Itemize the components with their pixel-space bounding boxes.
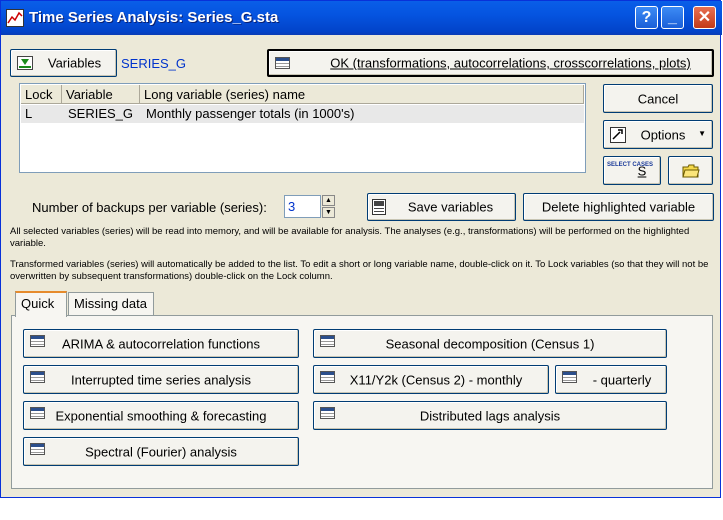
title-bar[interactable]: Time Series Analysis: Series_G.sta ? _ ✕ bbox=[1, 1, 722, 35]
backups-label: Number of backups per variable (series): bbox=[32, 200, 267, 215]
dropdown-arrow-icon: ▼ bbox=[698, 129, 706, 138]
help-button[interactable]: ? bbox=[635, 6, 658, 29]
save-variables-label: Save variables bbox=[407, 199, 494, 215]
info-text-1: All selected variables (series) will be … bbox=[10, 226, 690, 249]
exponential-label: Exponential smoothing & forecasting bbox=[55, 408, 267, 423]
delete-variable-label: Delete highlighted variable bbox=[541, 199, 696, 215]
selected-variable: SERIES_G bbox=[121, 56, 187, 71]
interrupted-button[interactable]: Interrupted time series analysis bbox=[23, 365, 299, 394]
backups-input[interactable]: 3 bbox=[284, 195, 321, 218]
variables-label: Variables bbox=[47, 55, 102, 71]
list-header: Lock Variable Long variable (series) nam… bbox=[21, 85, 584, 104]
cancel-label: Cancel bbox=[637, 91, 679, 106]
backups-spinner[interactable]: ▲ ▼ bbox=[322, 195, 335, 218]
arima-button[interactable]: ARIMA & autocorrelation functions bbox=[23, 329, 299, 358]
options-label: Options bbox=[640, 127, 686, 142]
list-item[interactable]: L SERIES_G Monthly passenger totals (in … bbox=[21, 105, 584, 123]
column-header-name[interactable]: Long variable (series) name bbox=[140, 85, 584, 104]
interrupted-label: Interrupted time series analysis bbox=[71, 372, 251, 387]
row-name: Monthly passenger totals (in 1000's) bbox=[146, 106, 355, 121]
x11-monthly-label: X11/Y2k (Census 2) - monthly bbox=[349, 372, 523, 387]
open-folder-button[interactable] bbox=[668, 156, 713, 185]
exponential-button[interactable]: Exponential smoothing & forecasting bbox=[23, 401, 299, 430]
minimize-button[interactable]: _ bbox=[661, 6, 684, 29]
row-lock: L bbox=[25, 106, 33, 121]
select-cases-label: S bbox=[637, 163, 647, 178]
close-button[interactable]: ✕ bbox=[693, 6, 716, 29]
spin-up-icon[interactable]: ▲ bbox=[322, 195, 335, 206]
save-variables-button[interactable]: Save variables bbox=[367, 193, 516, 221]
variable-list[interactable]: Lock Variable Long variable (series) nam… bbox=[19, 83, 586, 173]
window-title: Time Series Analysis: Series_G.sta bbox=[29, 9, 279, 26]
cancel-button[interactable]: Cancel bbox=[603, 84, 713, 113]
spectral-label: Spectral (Fourier) analysis bbox=[85, 444, 237, 459]
row-variable: SERIES_G bbox=[68, 106, 134, 121]
column-header-lock[interactable]: Lock bbox=[21, 85, 62, 104]
x11-quarterly-button[interactable]: - quarterly bbox=[555, 365, 667, 394]
chart-app-icon bbox=[6, 9, 24, 27]
quick-tab-panel: ARIMA & autocorrelation functions Interr… bbox=[11, 315, 713, 489]
x11-monthly-button[interactable]: X11/Y2k (Census 2) - monthly bbox=[313, 365, 549, 394]
spin-down-icon[interactable]: ▼ bbox=[322, 207, 335, 218]
tab-quick[interactable]: Quick bbox=[15, 291, 67, 317]
ok-label: OK (transformations, autocorrelations, c… bbox=[330, 55, 691, 71]
tab-missing-data[interactable]: Missing data bbox=[68, 292, 154, 316]
dialog-window: Time Series Analysis: Series_G.sta ? _ ✕… bbox=[0, 0, 722, 498]
ok-button[interactable]: OK (transformations, autocorrelations, c… bbox=[267, 49, 714, 77]
x11-quarterly-label: - quarterly bbox=[592, 372, 652, 387]
column-header-variable[interactable]: Variable bbox=[62, 85, 140, 104]
seasonal-label: Seasonal decomposition (Census 1) bbox=[385, 336, 595, 351]
select-cases-button[interactable]: SELECT CASES S bbox=[603, 156, 661, 185]
options-button[interactable]: Options ▼ bbox=[603, 120, 713, 149]
arima-label: ARIMA & autocorrelation functions bbox=[62, 336, 260, 351]
spectral-button[interactable]: Spectral (Fourier) analysis bbox=[23, 437, 299, 466]
folder-icon bbox=[682, 164, 700, 178]
seasonal-button[interactable]: Seasonal decomposition (Census 1) bbox=[313, 329, 667, 358]
distributed-lags-label: Distributed lags analysis bbox=[419, 408, 561, 423]
variables-button[interactable]: Variables bbox=[10, 49, 117, 77]
distributed-lags-button[interactable]: Distributed lags analysis bbox=[313, 401, 667, 430]
info-text-2: Transformed variables (series) will auto… bbox=[10, 259, 709, 282]
delete-variable-button[interactable]: Delete highlighted variable bbox=[523, 193, 714, 221]
